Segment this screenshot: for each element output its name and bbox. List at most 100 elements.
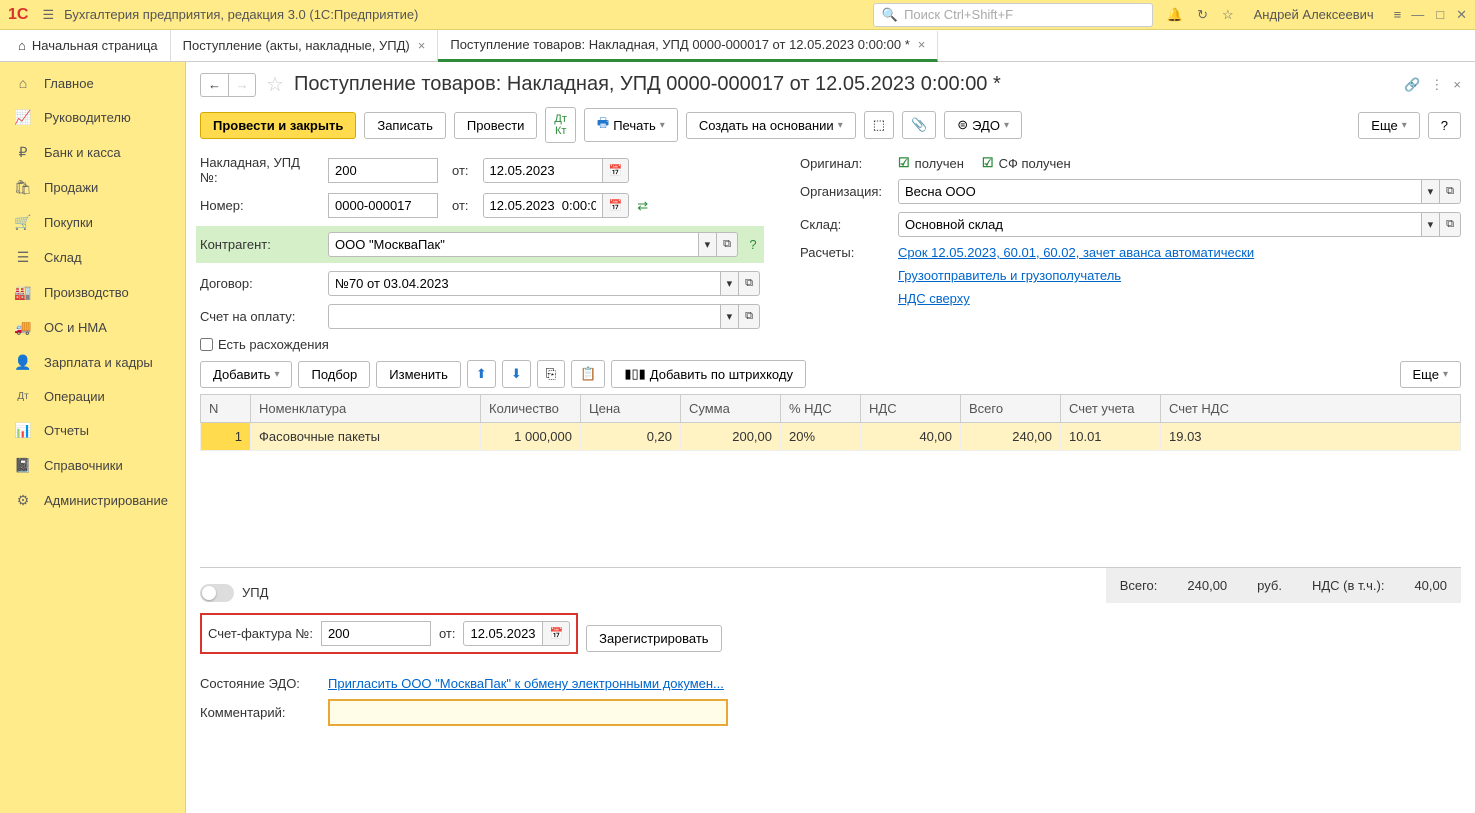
dropdown-icon[interactable]: ▾ — [721, 271, 740, 296]
dropdown-icon[interactable]: ▾ — [1422, 212, 1441, 237]
cell-n[interactable]: 1 — [201, 423, 251, 451]
close-doc-icon[interactable]: × — [1453, 77, 1461, 93]
table-row[interactable]: 1 Фасовочные пакеты 1 000,000 0,20 200,0… — [201, 423, 1461, 451]
col-total[interactable]: Всего — [961, 395, 1061, 423]
calendar-icon[interactable]: 📅 — [603, 158, 630, 183]
counterparty-input[interactable] — [328, 232, 699, 257]
col-n[interactable]: N — [201, 395, 251, 423]
shipper-link[interactable]: Грузоотправитель и грузополучатель — [898, 268, 1121, 283]
sidebar-item-reports[interactable]: 📊Отчеты — [0, 413, 185, 448]
cell-vat[interactable]: 40,00 — [861, 423, 961, 451]
move-up-button[interactable]: ⬆ — [467, 360, 496, 388]
user-name[interactable]: Андрей Алексеевич — [1254, 7, 1374, 22]
help-icon[interactable]: ? — [746, 237, 760, 252]
col-acc[interactable]: Счет учета — [1061, 395, 1161, 423]
cell-qty[interactable]: 1 000,000 — [481, 423, 581, 451]
tab-document[interactable]: Поступление товаров: Накладная, УПД 0000… — [438, 31, 938, 62]
discrepancies-check[interactable] — [200, 338, 213, 351]
help-button[interactable]: ? — [1428, 112, 1461, 139]
sidebar-item-hr[interactable]: 👤Зарплата и кадры — [0, 345, 185, 380]
open-icon[interactable]: ⧉ — [1440, 212, 1461, 237]
upd-toggle[interactable]: УПД — [200, 584, 268, 602]
maximize-icon[interactable]: □ — [1436, 7, 1444, 23]
invoice-pay-input[interactable] — [328, 304, 721, 329]
sidebar-item-main[interactable]: ⌂Главное — [0, 66, 185, 100]
open-icon[interactable]: ⧉ — [739, 271, 760, 296]
related-button[interactable]: ⬚ — [864, 111, 894, 139]
sidebar-item-assets[interactable]: 🚚ОС и НМА — [0, 310, 185, 345]
sidebar-item-operations[interactable]: ДтОперации — [0, 380, 185, 413]
star-icon[interactable]: ☆ — [1222, 7, 1234, 23]
forward-button[interactable]: → — [228, 73, 256, 97]
save-button[interactable]: Записать — [364, 112, 446, 139]
copy-button[interactable]: ⎘ — [537, 360, 565, 388]
dtkt-button[interactable]: ДтКт — [545, 107, 576, 143]
dropdown-icon[interactable]: ▾ — [721, 304, 740, 329]
comment-input[interactable] — [328, 699, 728, 726]
open-icon[interactable]: ⧉ — [717, 232, 738, 257]
more-button[interactable]: Еще — [1358, 112, 1419, 139]
dropdown-icon[interactable]: ▾ — [1422, 179, 1441, 204]
link-icon[interactable]: 🔗 — [1404, 77, 1420, 93]
col-price[interactable]: Цена — [581, 395, 681, 423]
col-vat-rate[interactable]: % НДС — [781, 395, 861, 423]
cell-acc-vat[interactable]: 19.03 — [1161, 423, 1461, 451]
sidebar-item-sales[interactable]: 🛍Продажи — [0, 170, 185, 205]
cell-total[interactable]: 240,00 — [961, 423, 1061, 451]
sidebar-item-purchases[interactable]: 🛒Покупки — [0, 205, 185, 240]
pick-button[interactable]: Подбор — [298, 361, 370, 388]
special-icon[interactable]: ⇄ — [637, 198, 648, 214]
change-button[interactable]: Изменить — [376, 361, 461, 388]
calculations-link[interactable]: Срок 12.05.2023, 60.01, 60.02, зачет ава… — [898, 245, 1254, 260]
sidebar-item-production[interactable]: 🏭Производство — [0, 275, 185, 310]
col-item[interactable]: Номенклатура — [251, 395, 481, 423]
post-and-close-button[interactable]: Провести и закрыть — [200, 112, 356, 139]
sf-received-checkbox[interactable]: ☑ СФ получен — [982, 155, 1071, 171]
settings-icon[interactable]: ≡ — [1394, 7, 1402, 22]
calendar-icon[interactable]: 📅 — [543, 621, 570, 646]
sf-no-input[interactable] — [321, 621, 431, 646]
minimize-icon[interactable]: — — [1411, 7, 1424, 23]
dropdown-icon[interactable]: ▾ — [699, 232, 718, 257]
post-button[interactable]: Провести — [454, 112, 538, 139]
paste-button[interactable]: 📋 — [571, 360, 605, 388]
barcode-button[interactable]: ▮▯▮ Добавить по штрихкоду — [611, 360, 806, 388]
col-sum[interactable]: Сумма — [681, 395, 781, 423]
cell-item[interactable]: Фасовочные пакеты — [251, 423, 481, 451]
move-down-button[interactable]: ⬇ — [502, 360, 531, 388]
edo-button[interactable]: ⊜ ЭДО — [944, 111, 1022, 139]
tab-receipts[interactable]: Поступление (акты, накладные, УПД) × — [171, 30, 439, 61]
history-icon[interactable]: ↻ — [1197, 7, 1208, 23]
toggle-switch-icon[interactable] — [200, 584, 234, 602]
sf-date-input[interactable] — [463, 621, 543, 646]
kebab-icon[interactable]: ⋮ — [1430, 77, 1443, 93]
cell-acc[interactable]: 10.01 — [1061, 423, 1161, 451]
menu-icon[interactable]: ☰ — [42, 7, 54, 23]
discrepancies-checkbox[interactable]: Есть расхождения — [200, 337, 329, 352]
close-icon[interactable]: ✕ — [1456, 7, 1467, 23]
edo-invite-link[interactable]: Пригласить ООО "МоскваПак" к обмену элек… — [328, 676, 724, 691]
open-icon[interactable]: ⧉ — [739, 304, 760, 329]
sidebar-item-warehouse[interactable]: ☰Склад — [0, 240, 185, 275]
warehouse-input[interactable] — [898, 212, 1422, 237]
col-qty[interactable]: Количество — [481, 395, 581, 423]
home-tab[interactable]: ⌂ Начальная страница — [6, 30, 171, 61]
datetime-input[interactable] — [483, 193, 603, 218]
calendar-icon[interactable]: 📅 — [603, 193, 630, 218]
sidebar-item-bank[interactable]: ₽Банк и касса — [0, 135, 185, 170]
invoice-no-input[interactable] — [328, 158, 438, 183]
search-input[interactable]: 🔍 Поиск Ctrl+Shift+F — [873, 3, 1153, 27]
sidebar-item-admin[interactable]: ⚙Администрирование — [0, 483, 185, 518]
add-button[interactable]: Добавить — [200, 361, 292, 388]
cell-vat-rate[interactable]: 20% — [781, 423, 861, 451]
cell-sum[interactable]: 200,00 — [681, 423, 781, 451]
print-button[interactable]: 🖶 Печать — [584, 108, 678, 142]
back-button[interactable]: ← — [200, 73, 228, 97]
sidebar-item-manager[interactable]: 📈Руководителю — [0, 100, 185, 135]
sidebar-item-catalogs[interactable]: 📓Справочники — [0, 448, 185, 483]
contract-input[interactable] — [328, 271, 721, 296]
attach-button[interactable]: 📎 — [902, 111, 936, 139]
col-vat[interactable]: НДС — [861, 395, 961, 423]
col-acc-vat[interactable]: Счет НДС — [1161, 395, 1461, 423]
tab-close-icon[interactable]: × — [918, 37, 926, 52]
